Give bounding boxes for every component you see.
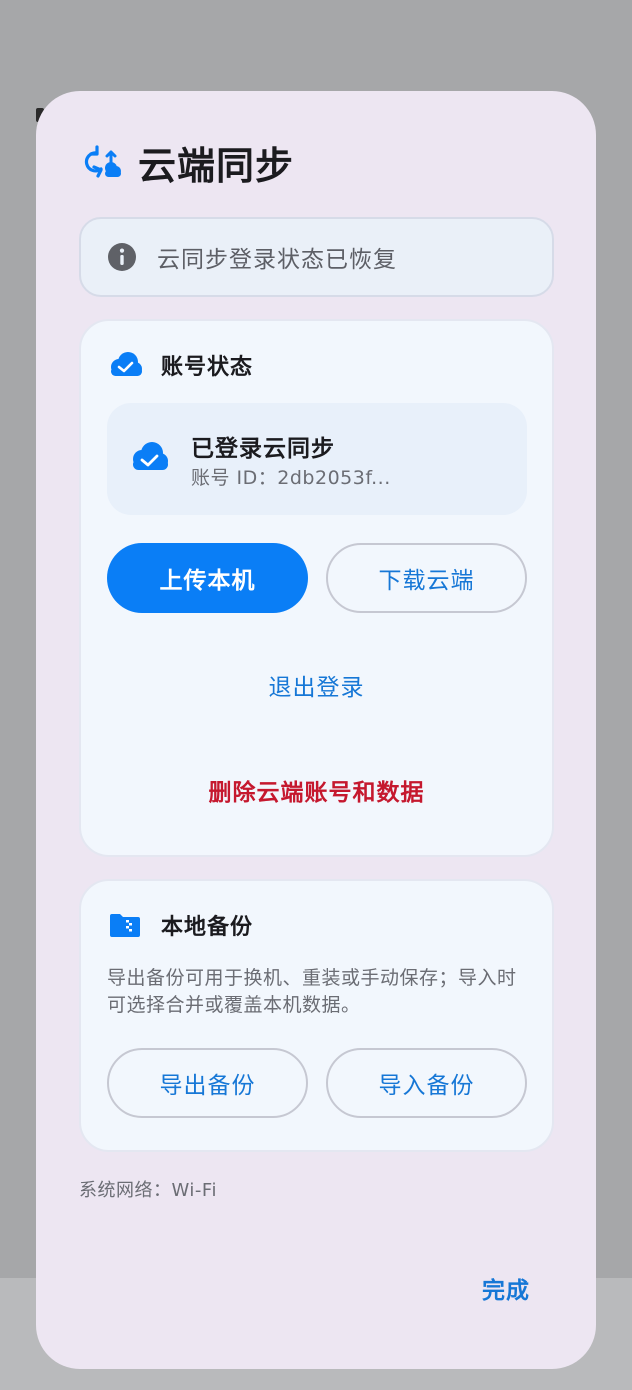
account-status-card: 账号状态 已登录云同步 账号 ID：2db2053f... 上传本机 下载云端 … xyxy=(79,319,554,857)
delete-cloud-account-button[interactable]: 删除云端账号和数据 xyxy=(81,773,552,807)
backup-section-title: 本地备份 xyxy=(161,915,254,940)
cloud-check-icon xyxy=(111,352,142,376)
done-button[interactable]: 完成 xyxy=(482,1271,530,1305)
download-cloud-button[interactable]: 下载云端 xyxy=(326,543,527,613)
account-id-text: 账号 ID：2db2053f... xyxy=(191,467,391,489)
status-notice: 云同步登录状态已恢复 xyxy=(79,217,554,297)
upload-local-button[interactable]: 上传本机 xyxy=(107,543,308,613)
folder-zip-icon xyxy=(110,914,140,937)
dialog-title: 云端同步 xyxy=(138,143,295,188)
backup-section-header: 本地备份 xyxy=(107,909,253,941)
import-backup-button[interactable]: 导入备份 xyxy=(326,1048,527,1118)
login-status-box: 已登录云同步 账号 ID：2db2053f... xyxy=(107,403,527,515)
logout-button[interactable]: 退出登录 xyxy=(81,668,552,702)
local-backup-card: 本地备份 导出备份可用于换机、重装或手动保存；导入时可选择合并或覆盖本机数据。 … xyxy=(79,879,554,1152)
account-section-title: 账号状态 xyxy=(161,355,254,380)
info-icon xyxy=(108,243,136,271)
cloud-sync-dialog: 云端同步 云同步登录状态已恢复 账号状态 已登录云同步 账号 ID：2db205… xyxy=(36,91,596,1369)
account-section-header: 账号状态 xyxy=(107,349,253,381)
network-status-text: 系统网络：Wi-Fi xyxy=(79,1180,217,1201)
backup-description: 导出备份可用于换机、重装或手动保存；导入时可选择合并或覆盖本机数据。 xyxy=(107,967,517,1016)
cloud-sync-icon xyxy=(84,145,121,178)
notice-text: 云同步登录状态已恢复 xyxy=(157,247,397,273)
export-backup-button[interactable]: 导出备份 xyxy=(107,1048,308,1118)
login-status-title: 已登录云同步 xyxy=(191,436,335,462)
cloud-check-icon xyxy=(133,442,168,470)
dialog-header: 云端同步 xyxy=(84,137,295,188)
